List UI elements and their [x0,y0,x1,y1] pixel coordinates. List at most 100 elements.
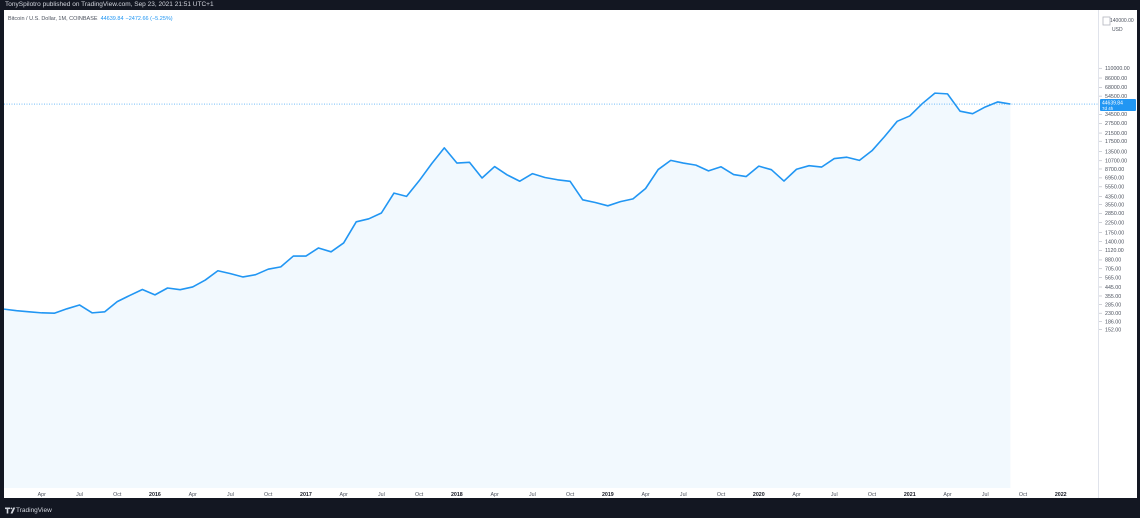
y-tick-label: 2250.00 [1105,220,1124,226]
data-point [531,172,533,174]
x-tick-label: Oct [415,492,424,498]
x-tick-label: Jul [831,492,838,498]
data-point [28,311,30,313]
data-point [883,135,885,137]
x-tick-label: Oct [264,492,273,498]
data-point [280,266,282,268]
data-point [443,147,445,149]
data-point [644,187,646,189]
y-tick-label: 565.00 [1105,275,1121,281]
y-tick-label: 5550.00 [1105,185,1124,191]
x-tick-label: Jul [529,492,536,498]
data-point [342,242,344,244]
data-point [846,156,848,158]
data-point [632,198,634,200]
x-tick-label: Apr [490,492,498,498]
data-point [695,164,697,166]
symbol-legend: Bitcoin / U.S. Dollar, 1M, COINBASE 44639… [8,16,173,22]
data-point [141,288,143,290]
data-point [934,92,936,94]
x-tick-label: Jul [227,492,234,498]
time-axis-svg: Apr Jul Oct 2016 Apr Jul Oct 2017 Apr Jul Oct 2018 A… [38,492,1067,498]
data-point [808,165,810,167]
x-tick-label: 2016 [149,492,161,498]
data-point [292,255,294,257]
data-point [896,120,898,122]
data-point [355,221,357,223]
data-point [179,288,181,290]
data-point [166,287,168,289]
data-point [997,101,999,103]
plot-area[interactable] [4,10,1098,498]
y-tick-label: 1120.00 [1105,248,1124,254]
data-point [506,174,508,176]
data-point [154,294,156,296]
data-point [405,195,407,197]
y-tick-label: 3550.00 [1105,202,1124,208]
publisher-bar: TonySpilotro published on TradingView.co… [0,0,1140,10]
time-axis[interactable]: Apr Jul Oct 2016 Apr Jul Oct 2017 Apr Jul Oct 2018 A… [4,488,1098,498]
data-point [242,276,244,278]
data-point [795,168,797,170]
data-point [758,165,760,167]
x-tick-label: Jul [680,492,687,498]
y-tick-label: 880.00 [1105,258,1121,264]
y-tick-label: 285.00 [1105,303,1121,309]
y-tick-label: 1750.00 [1105,230,1124,236]
data-point [959,110,961,112]
y-tick-label: 8700.00 [1105,167,1124,173]
x-tick-label: Jul [378,492,385,498]
y-tick-label: 4350.00 [1105,194,1124,200]
y-tick-label: 86000.00 [1105,76,1127,82]
y-tick-label: 68000.00 [1105,85,1127,91]
data-point [368,218,370,220]
data-point [267,268,269,270]
data-point [456,162,458,164]
chart-svg[interactable] [4,10,1098,498]
tradingview-logo-icon[interactable] [5,507,16,514]
y-tick-label: 6950.00 [1105,176,1124,182]
data-point [783,180,785,182]
data-point [707,170,709,172]
data-point [569,180,571,182]
data-point [103,311,105,313]
data-point [670,159,672,161]
data-point [116,300,118,302]
data-point [619,200,621,202]
price-axis-svg: 110000.00 86000.00 68000.00 54500.00 34500.0… [1099,66,1136,333]
data-point [317,247,319,249]
data-point [481,177,483,179]
data-point [984,106,986,108]
tradingview-brand[interactable]: TradingView [16,507,52,514]
y-tick-label: 2850.00 [1105,211,1124,217]
data-point [732,173,734,175]
publisher-line: TonySpilotro published on TradingView.co… [5,1,214,8]
data-point [581,199,583,201]
data-point [971,113,973,115]
chart-frame: TonySpilotro published on TradingView.co… [0,0,1140,518]
y-tick-label: 21500.00 [1105,131,1127,137]
data-point [129,294,131,296]
data-point [380,212,382,214]
symbol-name: Bitcoin / U.S. Dollar, 1M, COINBASE [8,16,98,22]
data-point [229,272,231,274]
price-axis[interactable]: 110000.00 86000.00 68000.00 54500.00 34500.0… [1098,10,1137,498]
y-tick-label: 10700.00 [1105,159,1127,165]
data-point [493,165,495,167]
y-tick-label: 13500.00 [1105,149,1127,155]
x-tick-label: Oct [113,492,122,498]
data-point [544,176,546,178]
x-tick-label: 2021 [904,492,916,498]
y-tick-label: 110000.00 [1105,66,1130,72]
data-point [946,93,948,95]
y-tick-label: 355.00 [1105,294,1121,300]
data-point [192,286,194,288]
x-tick-label: Apr [792,492,800,498]
data-point [468,161,470,163]
data-point [78,304,80,306]
data-point [909,115,911,117]
data-point [770,168,772,170]
x-tick-label: 2017 [300,492,312,498]
chart-corner-icon[interactable] [1102,16,1111,26]
x-tick-label: 2019 [602,492,614,498]
